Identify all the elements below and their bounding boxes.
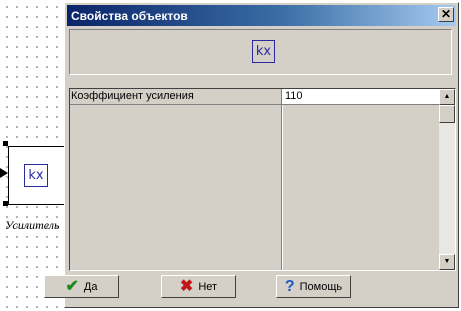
gain-icon: kx (252, 40, 275, 63)
gain-icon: kx (24, 164, 48, 187)
input-port-arrow (0, 168, 8, 178)
object-preview-panel: kx (69, 29, 452, 75)
ok-button[interactable]: ✔ Да (44, 275, 119, 298)
check-icon: ✔ (65, 277, 79, 295)
vertical-scrollbar[interactable]: ▲ ▼ (439, 89, 455, 270)
arrow-up-icon: ▲ (443, 93, 451, 100)
close-button[interactable]: ✕ (438, 7, 454, 22)
property-value-input[interactable] (283, 89, 440, 104)
block-caption: Усилитель (5, 218, 60, 232)
scroll-down-button[interactable]: ▼ (439, 254, 455, 270)
x-icon: ✖ (179, 277, 194, 295)
help-button-label: Помощь (299, 280, 343, 293)
question-icon: ? (284, 277, 295, 295)
amplifier-block[interactable]: kx (8, 146, 65, 205)
scroll-thumb[interactable] (439, 105, 455, 123)
arrow-down-icon: ▼ (443, 258, 451, 265)
scroll-up-button[interactable]: ▲ (439, 89, 455, 105)
properties-dialog: Свойства объектов ✕ kx Коэффициент усиле… (64, 2, 459, 308)
column-divider-highlight (282, 89, 283, 270)
title-bar[interactable]: Свойства объектов ✕ (67, 5, 456, 26)
ok-button-label: Да (83, 280, 98, 293)
help-button[interactable]: ? Помощь (276, 275, 351, 298)
cancel-button[interactable]: ✖ Нет (161, 275, 236, 298)
close-icon: ✕ (440, 7, 452, 21)
property-name: Коэффициент усиления (71, 90, 194, 102)
dialog-title: Свойства объектов (71, 9, 188, 23)
property-grid: Коэффициент усиления ▲ ▼ (69, 88, 456, 271)
property-row[interactable]: Коэффициент усиления (70, 89, 440, 105)
cancel-button-label: Нет (198, 280, 218, 293)
